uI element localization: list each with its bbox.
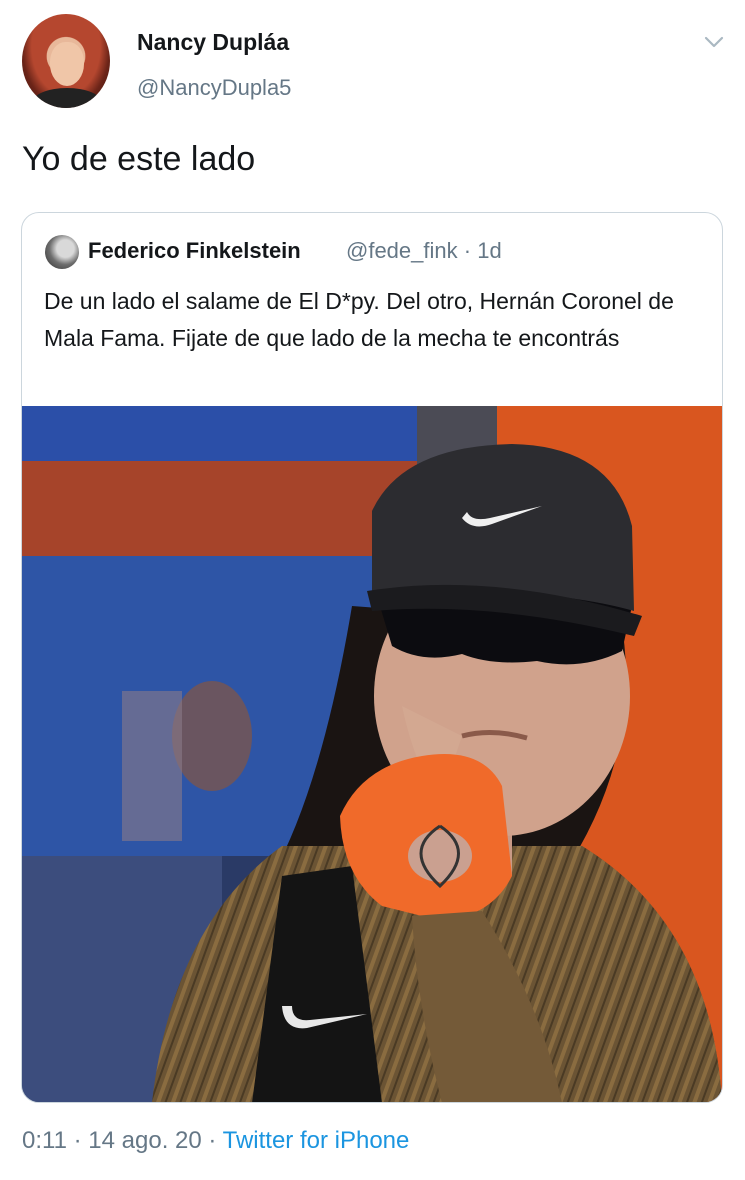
quoted-age: 1d [477,238,502,263]
quoted-meta: @fede_fink · 1d [346,238,502,264]
author-handle[interactable]: @NancyDupla5 [137,75,291,101]
tweet-time: 0:11 [22,1127,67,1154]
tweet-metadata: 0:11 · 14 ago. 20 · Twitter for iPhone [22,1127,409,1155]
photo-illustration [22,406,722,1102]
quoted-author-avatar[interactable] [45,235,79,269]
quoted-tweet-text: De un lado el salame de El D*py. Del otr… [44,288,674,351]
quoted-meta-separator: · [463,238,472,263]
avatar-shirt [32,88,102,108]
quoted-author-name[interactable]: Federico Finkelstein [88,238,301,264]
chevron-down-icon[interactable] [703,33,725,51]
author-avatar[interactable] [22,14,110,108]
tweet-source-link[interactable]: Twitter for iPhone [223,1127,410,1154]
tweet-text: Yo de este lado [22,140,256,178]
quoted-tweet-photo[interactable] [22,406,722,1102]
tweet-meta-separator-1: · [73,1127,82,1154]
author-display-name[interactable]: Nancy Dupláa [137,29,289,56]
tweet-meta-separator-2: · [208,1127,217,1154]
tweet-date[interactable]: 14 ago. 20 [88,1127,201,1154]
quoted-author-handle: @fede_fink [346,238,458,263]
quoted-tweet-card[interactable]: Federico Finkelstein @fede_fink · 1d De … [21,212,723,1103]
avatar-face [50,42,84,86]
